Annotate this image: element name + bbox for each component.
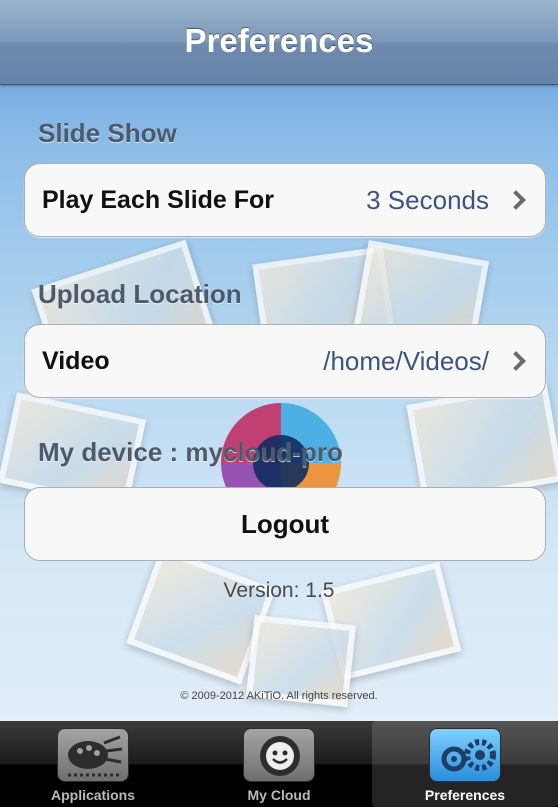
chevron-right-icon bbox=[506, 190, 526, 210]
tab-my-cloud-label: My Cloud bbox=[247, 787, 311, 803]
video-upload-row[interactable]: Video /home/Videos/ bbox=[24, 324, 546, 398]
chevron-right-icon bbox=[506, 351, 526, 371]
tab-applications-label: Applications bbox=[50, 787, 135, 803]
gears-icon bbox=[429, 728, 501, 782]
smiley-cloud-icon bbox=[243, 728, 315, 782]
navigation-bar: Preferences bbox=[0, 0, 558, 85]
play-each-slide-row[interactable]: Play Each Slide For 3 Seconds bbox=[24, 163, 546, 237]
palette-icon bbox=[57, 728, 129, 782]
version-label: Version: 1.5 bbox=[223, 579, 335, 602]
slide-duration-value: 3 Seconds bbox=[366, 184, 489, 215]
video-label: Video bbox=[42, 346, 110, 375]
video-path-value: /home/Videos/ bbox=[323, 345, 489, 376]
page-title: Preferences bbox=[184, 22, 374, 59]
tab-preferences[interactable]: Preferences bbox=[372, 721, 558, 807]
device-name-label: My device : mycloud-pro bbox=[38, 437, 343, 467]
preferences-screen: Preferences Slide Show Play Each Slide F… bbox=[0, 0, 558, 807]
slide-show-section-header: Slide Show bbox=[38, 118, 177, 148]
tab-bar: Applications My Cloud Preferences bbox=[0, 721, 558, 807]
upload-location-section-header: Upload Location bbox=[38, 279, 242, 309]
copyright-text: © 2009-2012 AKiTiO. All rights reserved. bbox=[180, 690, 378, 702]
logout-button[interactable]: Logout bbox=[24, 487, 546, 561]
tab-my-cloud[interactable]: My Cloud bbox=[186, 721, 372, 807]
play-each-slide-label: Play Each Slide For bbox=[42, 185, 275, 214]
tab-applications[interactable]: Applications bbox=[0, 721, 186, 807]
tab-preferences-label: Preferences bbox=[424, 787, 506, 803]
